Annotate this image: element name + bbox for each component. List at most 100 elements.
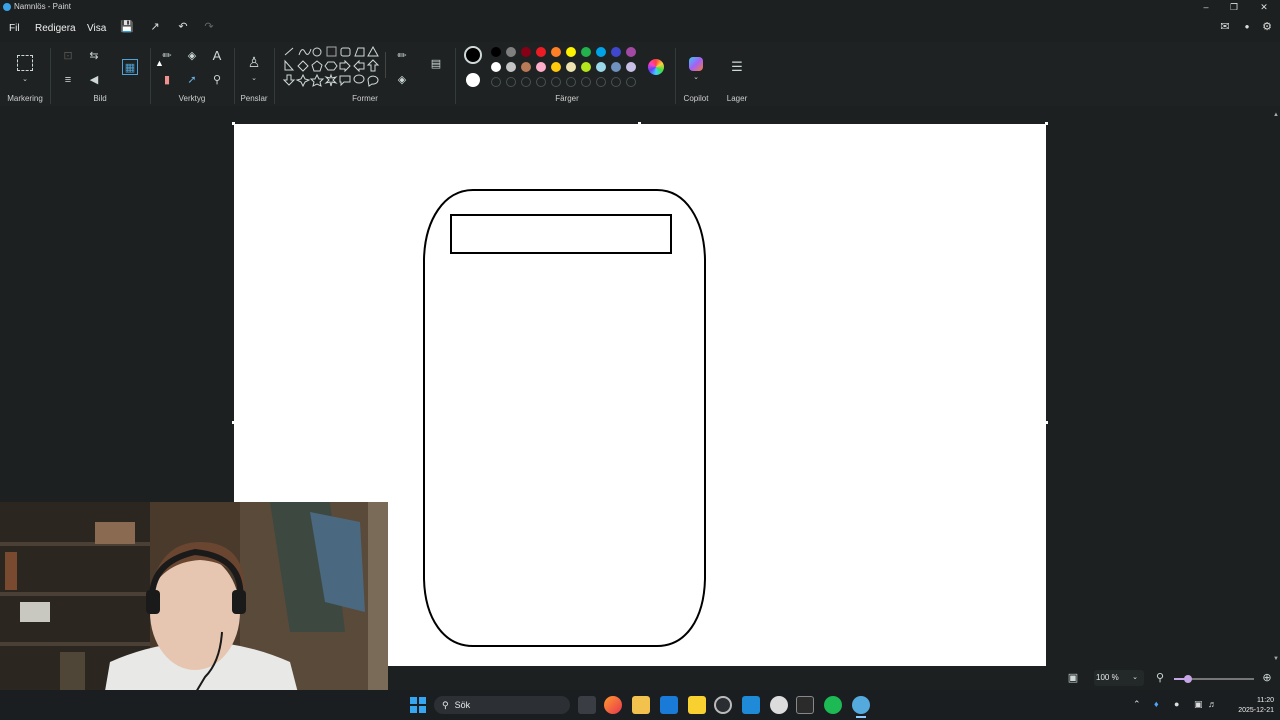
rotate-icon[interactable]: ◀ <box>86 72 102 88</box>
taskbar-search[interactable]: ⚲ Sök <box>434 696 570 714</box>
app-icon[interactable] <box>770 696 788 714</box>
custom-color-slot[interactable] <box>551 77 561 87</box>
share-icon[interactable]: ↗ <box>148 20 162 34</box>
custom-color-slot[interactable] <box>626 77 636 87</box>
background-remove-icon[interactable]: ▦ <box>122 59 138 75</box>
zoom-slider-thumb[interactable] <box>1184 675 1192 683</box>
notification-icon[interactable]: ✉ <box>1218 20 1232 34</box>
account-icon[interactable]: ● <box>1240 20 1254 34</box>
bluetooth-icon[interactable]: ♦ <box>1154 699 1159 709</box>
color-swatch[interactable] <box>551 62 561 72</box>
firefox-icon[interactable] <box>604 696 622 714</box>
restore-icon[interactable]: ❐ <box>1224 1 1244 13</box>
spotify-icon[interactable] <box>824 696 842 714</box>
store-icon[interactable] <box>660 696 678 714</box>
terminal-icon[interactable] <box>796 696 814 714</box>
color-swatch[interactable] <box>491 62 501 72</box>
custom-color-slot[interactable] <box>581 77 591 87</box>
custom-color-slot[interactable] <box>491 77 501 87</box>
clock[interactable]: 11:20 2025-12-21 <box>1222 696 1274 716</box>
minimize-icon[interactable]: – <box>1196 1 1216 13</box>
color-swatch[interactable] <box>506 47 516 57</box>
color-swatch[interactable] <box>626 62 636 72</box>
vscode-icon[interactable] <box>742 696 760 714</box>
chevron-down-icon[interactable]: ⌄ <box>246 71 262 87</box>
color-swatch[interactable] <box>611 62 621 72</box>
file-explorer-icon[interactable] <box>632 696 650 714</box>
shape-size-icon[interactable]: ▤ <box>428 56 444 72</box>
windows-start-icon[interactable] <box>410 697 426 713</box>
color-swatch[interactable] <box>566 47 576 57</box>
chevron-down-icon[interactable]: ⌄ <box>688 70 704 86</box>
resize-handle[interactable] <box>232 421 235 424</box>
crop-icon[interactable]: ⊡ <box>60 48 76 64</box>
color-swatch[interactable] <box>581 47 591 57</box>
fit-to-window-icon[interactable]: ▣ <box>1065 670 1081 686</box>
outline-icon[interactable]: ✏ <box>394 48 410 64</box>
redo-icon[interactable]: ↷ <box>202 20 216 34</box>
group-label-bild: Bild <box>93 94 107 103</box>
color-swatch[interactable] <box>536 47 546 57</box>
secondary-color-swatch[interactable] <box>466 73 480 87</box>
edit-colors-icon[interactable] <box>648 59 664 75</box>
paint-taskbar-icon[interactable] <box>852 696 870 714</box>
save-icon[interactable]: 💾 <box>120 20 134 34</box>
zoom-out-icon[interactable]: ⚲ <box>1152 670 1168 686</box>
task-view-icon[interactable] <box>578 696 596 714</box>
eraser-icon[interactable]: ▮ <box>159 72 175 88</box>
color-swatch[interactable] <box>611 47 621 57</box>
shape-fill-icon[interactable]: ◈ <box>394 72 410 88</box>
image-adjust-icon[interactable]: ≡ <box>60 72 76 88</box>
resize-handle[interactable] <box>638 122 641 125</box>
color-swatch[interactable] <box>521 47 531 57</box>
color-swatch[interactable] <box>521 62 531 72</box>
menu-redigera[interactable]: Redigera <box>35 23 76 34</box>
fill-bucket-icon[interactable]: ◈ <box>184 48 200 64</box>
chevron-up-icon[interactable]: ⌃ <box>1133 699 1141 710</box>
color-swatch[interactable] <box>491 47 501 57</box>
color-swatch[interactable] <box>596 47 606 57</box>
custom-color-slot[interactable] <box>506 77 516 87</box>
chevron-down-icon[interactable]: ⌄ <box>17 72 33 88</box>
custom-color-slot[interactable] <box>596 77 606 87</box>
settings-gear-icon[interactable]: ⚙ <box>1260 20 1274 34</box>
menu-visa[interactable]: Visa <box>87 23 106 34</box>
resize-handle[interactable] <box>1045 122 1048 125</box>
volume-icon[interactable]: ♬ <box>1208 699 1217 709</box>
color-swatch[interactable] <box>626 47 636 57</box>
microphone-icon[interactable]: ● <box>1174 699 1179 709</box>
brush-icon[interactable]: ♙ <box>246 54 262 70</box>
scroll-up-icon[interactable]: ▲ <box>1273 112 1279 118</box>
color-swatch[interactable] <box>536 62 546 72</box>
custom-color-slot[interactable] <box>521 77 531 87</box>
display-icon[interactable]: ▣ <box>1194 699 1203 710</box>
custom-color-slot[interactable] <box>566 77 576 87</box>
resize-handle[interactable] <box>232 122 235 125</box>
color-swatch[interactable] <box>566 62 576 72</box>
color-swatch[interactable] <box>506 62 516 72</box>
selection-icon[interactable] <box>17 55 33 71</box>
copilot-icon[interactable] <box>689 57 703 71</box>
menu-fil[interactable]: Fil <box>9 23 20 34</box>
text-icon[interactable]: A <box>209 48 225 64</box>
close-icon[interactable]: ✕ <box>1254 1 1274 13</box>
zoom-in-icon[interactable]: ⊕ <box>1259 670 1275 686</box>
resize-icon[interactable]: ⇆ <box>86 48 102 64</box>
vertical-scrollbar[interactable]: ▲ ▼ <box>1272 106 1280 666</box>
color-picker-icon[interactable]: ➚ <box>184 72 200 88</box>
chrome-icon[interactable] <box>714 696 732 714</box>
custom-color-slot[interactable] <box>536 77 546 87</box>
magnifier-icon[interactable]: ⚲ <box>209 72 225 88</box>
color-swatch[interactable] <box>596 62 606 72</box>
resize-handle[interactable] <box>1045 421 1048 424</box>
shapes-gallery[interactable] <box>282 46 382 94</box>
layers-icon[interactable]: ☰ <box>729 59 745 75</box>
color-swatch[interactable] <box>551 47 561 57</box>
scroll-down-icon[interactable]: ▼ <box>1273 656 1279 662</box>
custom-color-slot[interactable] <box>611 77 621 87</box>
sticky-notes-icon[interactable] <box>688 696 706 714</box>
undo-icon[interactable]: ↶ <box>176 20 190 34</box>
zoom-select[interactable]: 100 % ⌄ <box>1094 670 1144 686</box>
primary-color-swatch[interactable] <box>464 46 482 64</box>
color-swatch[interactable] <box>581 62 591 72</box>
